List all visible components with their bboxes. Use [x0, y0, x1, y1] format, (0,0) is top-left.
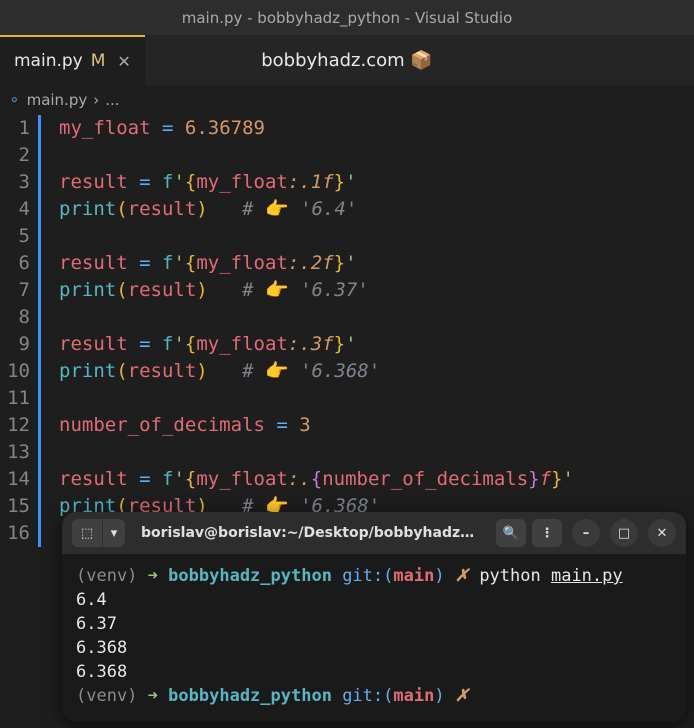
close-icon[interactable]: ✕ [648, 519, 676, 547]
terminal-output-line: 6.4 [76, 588, 672, 612]
line-number: 9 [0, 331, 30, 358]
terminal-output-line: 6.37 [76, 612, 672, 636]
line-number: 1 [0, 115, 30, 142]
line-number: 10 [0, 358, 30, 385]
terminal-output-line: 6.368 [76, 636, 672, 660]
code-line[interactable]: result = f'{my_float:.2f}' [59, 250, 694, 277]
maximize-icon[interactable]: □ [610, 519, 638, 547]
line-numbers: 12345678910111213141516 [0, 115, 38, 547]
line-number: 12 [0, 412, 30, 439]
code-line[interactable] [59, 223, 694, 250]
line-number: 2 [0, 142, 30, 169]
breadcrumb-sep: › [93, 91, 99, 109]
code-line[interactable] [59, 439, 694, 466]
line-number: 4 [0, 196, 30, 223]
code-content[interactable]: my_float = 6.36789 result = f'{my_float:.… [59, 115, 694, 547]
window-title: main.py - bobbyhadz_python - Visual Stud… [182, 9, 513, 27]
line-number: 14 [0, 466, 30, 493]
line-number: 5 [0, 223, 30, 250]
code-line[interactable] [59, 385, 694, 412]
search-icon[interactable]: 🔍 [496, 519, 526, 547]
line-number: 16 [0, 520, 30, 547]
code-line[interactable]: result = f'{my_float:.1f}' [59, 169, 694, 196]
line-number: 11 [0, 385, 30, 412]
tab-bar: main.py M ✕ bobbyhadz.com 📦 [0, 35, 694, 85]
dropdown-icon[interactable]: ▾ [103, 519, 125, 547]
line-number: 13 [0, 439, 30, 466]
line-number: 8 [0, 304, 30, 331]
code-line[interactable]: print(result) # 👉 '6.4' [59, 196, 694, 223]
editor-tab-main[interactable]: main.py M ✕ [0, 35, 145, 85]
python-icon: ⚬ [8, 91, 21, 109]
line-number: 6 [0, 250, 30, 277]
line-number: 15 [0, 493, 30, 520]
watermark: bobbyhadz.com 📦 [261, 50, 433, 71]
terminal-line: (venv) ➜ bobbyhadz_python git:(main) ✗ p… [76, 564, 672, 588]
breadcrumb-more: ... [105, 91, 119, 109]
code-line[interactable]: result = f'{my_float:.{number_of_decimal… [59, 466, 694, 493]
fold-indicator [38, 115, 41, 547]
breadcrumb-file: main.py [27, 91, 88, 109]
tab-modified-badge: M [91, 51, 106, 71]
terminal-body[interactable]: (venv) ➜ bobbyhadz_python git:(main) ✗ p… [62, 554, 686, 722]
code-line[interactable] [59, 304, 694, 331]
terminal-line: (venv) ➜ bobbyhadz_python git:(main) ✗ [76, 684, 672, 708]
line-number: 3 [0, 169, 30, 196]
code-line[interactable]: result = f'{my_float:.3f}' [59, 331, 694, 358]
code-line[interactable]: print(result) # 👉 '6.368' [59, 358, 694, 385]
breadcrumb[interactable]: ⚬ main.py › ... [0, 85, 694, 115]
close-icon[interactable]: ✕ [117, 52, 130, 71]
terminal-window: ⬚ ▾ borislav@borislav:~/Desktop/bobbyhad… [62, 512, 686, 722]
code-line[interactable]: number_of_decimals = 3 [59, 412, 694, 439]
line-number: 7 [0, 277, 30, 304]
terminal-header: ⬚ ▾ borislav@borislav:~/Desktop/bobbyhad… [62, 512, 686, 554]
title-bar: main.py - bobbyhadz_python - Visual Stud… [0, 0, 694, 35]
terminal-output-line: 6.368 [76, 660, 672, 684]
new-tab-icon[interactable]: ⬚ [72, 519, 102, 547]
code-line[interactable]: print(result) # 👉 '6.37' [59, 277, 694, 304]
tab-filename: main.py [14, 51, 83, 71]
minimize-icon[interactable]: – [572, 519, 600, 547]
terminal-title: borislav@borislav:~/Desktop/bobbyhadz_..… [131, 525, 490, 541]
code-editor[interactable]: 12345678910111213141516 my_float = 6.367… [0, 115, 694, 547]
code-line[interactable]: my_float = 6.36789 [59, 115, 694, 142]
code-line[interactable] [59, 142, 694, 169]
menu-icon[interactable]: ⋮ [532, 519, 562, 547]
